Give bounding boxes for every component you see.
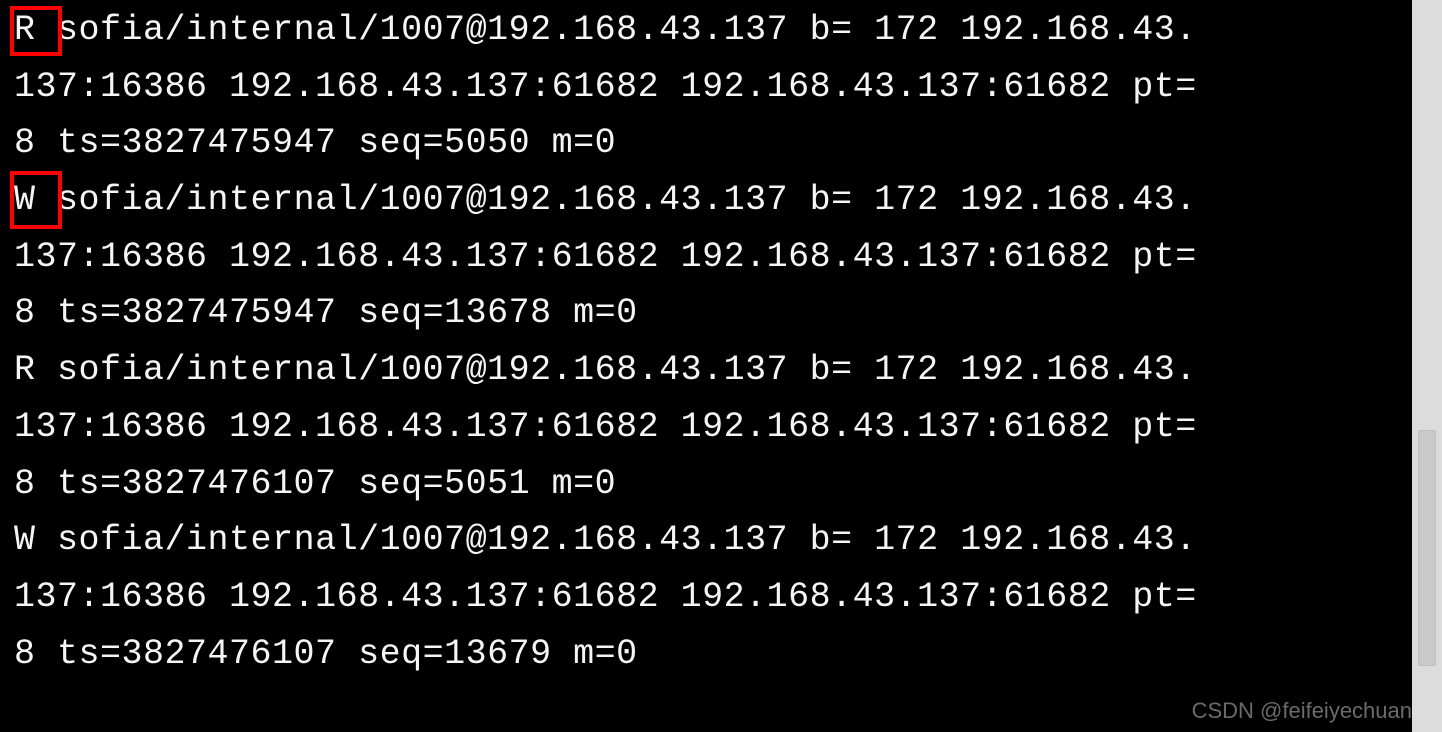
log-direction: W [14,180,36,220]
log-direction: R [14,10,36,50]
log-seq: 13678 [444,293,552,333]
log-ts: 3827476107 [122,464,337,504]
log-split-addr: 192.168.43. [960,180,1197,220]
log-seq: 5051 [444,464,530,504]
log-split-addr: 192.168.43. [960,520,1197,560]
log-pt: 8 [14,293,36,333]
log-line-cont: 8 ts=3827475947 seq=5050 m=0 [14,115,1398,172]
log-m: 0 [595,123,617,163]
log-endpoint: sofia/internal/1007@192.168.43.137 [57,180,788,220]
log-addr2: 192.168.43.137:61682 [229,407,659,447]
log-m: 0 [616,293,638,333]
log-endpoint: sofia/internal/1007@192.168.43.137 [57,350,788,390]
log-addr2: 192.168.43.137:61682 [229,577,659,617]
log-line-cont: 8 ts=3827476107 seq=13679 m=0 [14,626,1398,683]
log-addr3: 192.168.43.137:61682 [681,407,1111,447]
log-line: R sofia/internal/1007@192.168.43.137 b= … [14,342,1398,399]
log-seq: 5050 [444,123,530,163]
log-ts: 3827475947 [122,123,337,163]
log-m: 0 [616,634,638,674]
log-line-cont: 137:16386 192.168.43.137:61682 192.168.4… [14,229,1398,286]
log-addr3: 192.168.43.137:61682 [681,67,1111,107]
log-addr2: 192.168.43.137:61682 [229,237,659,277]
log-bytes: 172 [874,10,939,50]
log-ts: 3827475947 [122,293,337,333]
log-line-cont: 8 ts=3827475947 seq=13678 m=0 [14,285,1398,342]
log-direction: W [14,520,36,560]
log-bytes: 172 [874,180,939,220]
log-line: R sofia/internal/1007@192.168.43.137 b= … [14,2,1398,59]
log-addr3: 192.168.43.137:61682 [681,237,1111,277]
log-bytes: 172 [874,350,939,390]
log-split-addr: 192.168.43. [960,350,1197,390]
log-endpoint: sofia/internal/1007@192.168.43.137 [57,520,788,560]
scrollbar-track[interactable] [1419,0,1439,732]
log-direction: R [14,350,36,390]
log-split-addr: 192.168.43. [960,10,1197,50]
terminal-output[interactable]: R sofia/internal/1007@192.168.43.137 b= … [0,0,1412,732]
log-pt: 8 [14,464,36,504]
log-line-cont: 137:16386 192.168.43.137:61682 192.168.4… [14,569,1398,626]
log-line: W sofia/internal/1007@192.168.43.137 b= … [14,172,1398,229]
log-seq: 13679 [444,634,552,674]
log-endpoint: sofia/internal/1007@192.168.43.137 [57,10,788,50]
log-addr2: 192.168.43.137:61682 [229,67,659,107]
watermark: CSDN @feifeiyechuan [1192,698,1412,724]
log-bytes: 172 [874,520,939,560]
log-pt: 8 [14,634,36,674]
log-line-cont: 137:16386 192.168.43.137:61682 192.168.4… [14,59,1398,116]
log-line: W sofia/internal/1007@192.168.43.137 b= … [14,512,1398,569]
log-m: 0 [595,464,617,504]
log-pt: 8 [14,123,36,163]
log-addr3: 192.168.43.137:61682 [681,577,1111,617]
log-line-cont: 8 ts=3827476107 seq=5051 m=0 [14,456,1398,513]
scrollbar-thumb[interactable] [1418,430,1436,666]
log-line-cont: 137:16386 192.168.43.137:61682 192.168.4… [14,399,1398,456]
log-ts: 3827476107 [122,634,337,674]
